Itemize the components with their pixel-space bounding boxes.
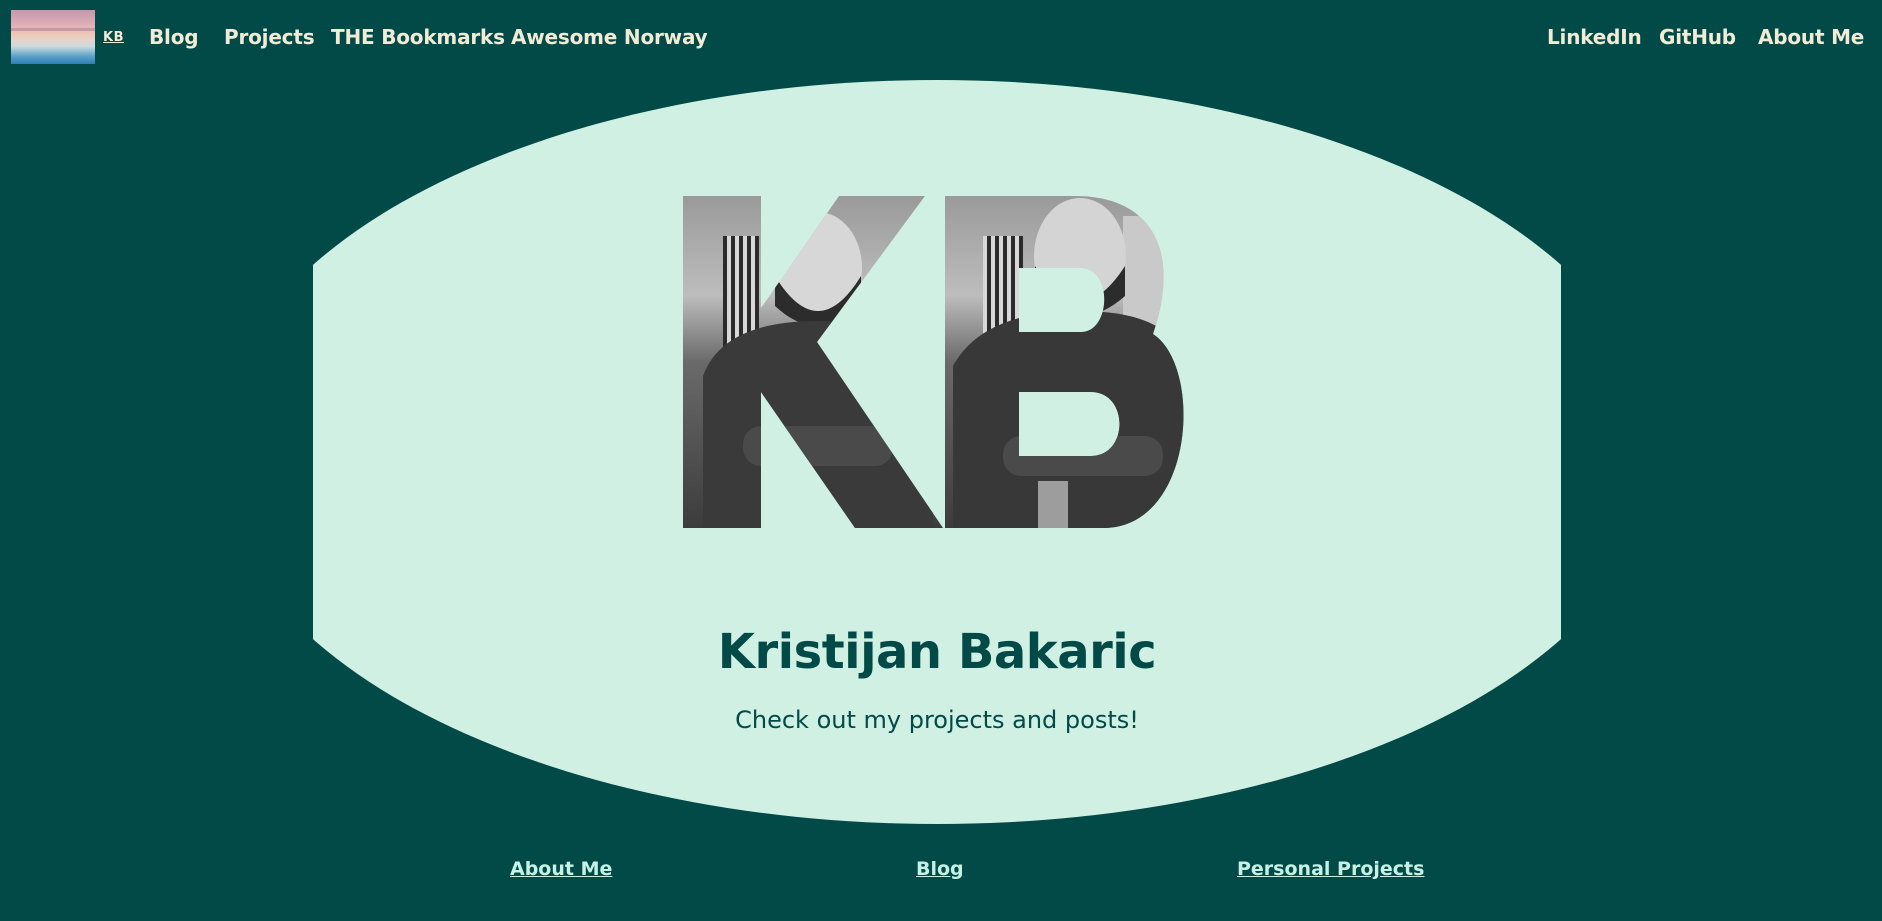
page-title: Kristijan Bakaric bbox=[717, 624, 1157, 680]
home-logo-link[interactable]: KB bbox=[103, 30, 124, 45]
nav-link-blog[interactable]: Blog bbox=[149, 25, 199, 49]
nav-link-projects[interactable]: Projects bbox=[224, 25, 315, 49]
nav-link-awesome-norway[interactable]: Awesome Norway bbox=[511, 25, 708, 49]
site-logo-image[interactable] bbox=[11, 10, 95, 64]
hero-section: Kristijan Bakaric Check out my projects … bbox=[313, 80, 1561, 824]
footer-link-personal-projects[interactable]: Personal Projects bbox=[1237, 858, 1424, 880]
nav-link-linkedin[interactable]: LinkedIn bbox=[1547, 25, 1642, 49]
top-navigation: KB Blog Projects THE Bookmarks Awesome N… bbox=[0, 0, 1882, 78]
page-subtitle: Check out my projects and posts! bbox=[735, 706, 1139, 734]
nav-link-about-me[interactable]: About Me bbox=[1758, 25, 1864, 49]
nav-link-bookmarks[interactable]: THE Bookmarks bbox=[331, 25, 505, 49]
footer-link-about-me[interactable]: About Me bbox=[510, 858, 612, 880]
footer-link-blog[interactable]: Blog bbox=[916, 858, 964, 880]
kb-monogram-photo bbox=[683, 196, 1184, 528]
nav-link-github[interactable]: GitHub bbox=[1659, 25, 1736, 49]
